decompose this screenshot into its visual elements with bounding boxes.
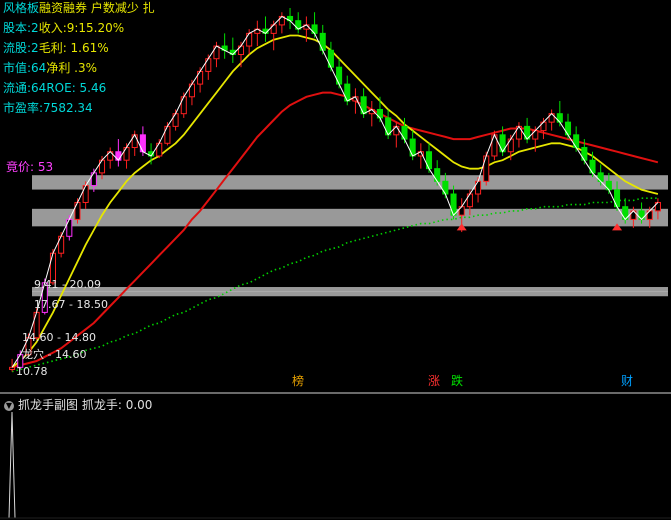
- info-row-marketcap: 市值:64净利 .3%: [3, 61, 97, 76]
- info-row-style: 风格板融资融券 户数减少 扎: [3, 1, 155, 16]
- band-label: 9.41 - 20.09: [34, 278, 101, 291]
- info-row-capital: 股本:2收入:9:15.20%: [3, 21, 124, 36]
- info-label: 流通:64: [3, 81, 47, 95]
- low-price-label: 10.78: [16, 365, 48, 378]
- candle-body: [82, 185, 89, 203]
- band-label: 龙穴 - 14.60: [22, 348, 87, 361]
- info-value: 7582.34: [43, 101, 93, 115]
- candle-body: [507, 138, 514, 153]
- candle-body: [409, 138, 416, 157]
- event-marker-finance[interactable]: 财: [621, 374, 633, 388]
- event-marker-list[interactable]: 榜: [292, 374, 304, 388]
- ma-line-yellow: [11, 34, 659, 369]
- ma-line-red: [11, 91, 659, 369]
- info-value: 收入:9:15.20%: [38, 21, 125, 35]
- indicator-series-label: 抓龙手: 0.00: [81, 398, 153, 412]
- support-band: [32, 291, 668, 297]
- info-label: 市值:64: [3, 61, 47, 75]
- support-band: [32, 208, 668, 227]
- info-value: ROE: 5.46: [46, 81, 107, 95]
- bid-label: 竟价:: [6, 160, 35, 174]
- event-marker-limit-up[interactable]: 涨: [428, 374, 440, 388]
- info-row-pe: 市盈率:7582.34: [3, 101, 93, 116]
- info-label: 市盈率:: [3, 101, 44, 115]
- info-value: 净利 .3%: [46, 61, 97, 75]
- indicator-title-bar[interactable]: ▼ 抓龙手副图 抓龙手: 0.00: [4, 396, 152, 413]
- candle-body: [139, 134, 146, 153]
- candle-body: [9, 366, 16, 370]
- candle-body: [344, 83, 351, 102]
- bid-value: 53: [37, 160, 54, 174]
- info-label: 流股:2: [3, 41, 39, 55]
- ma-line-white: [11, 15, 659, 368]
- info-row-circulation: 流通:64ROE: 5.46: [3, 81, 106, 96]
- indicator-spike: [8, 411, 16, 519]
- info-value: 融资融券 户数减少 扎: [39, 1, 155, 15]
- info-label: 股本:2: [3, 21, 39, 35]
- event-marker-limit-down[interactable]: 跌: [451, 374, 463, 388]
- bid-price: 竟价: 53: [6, 160, 53, 175]
- band-label: 14.60 - 14.80: [22, 331, 96, 344]
- indicator-title: 抓龙手副图: [18, 398, 79, 412]
- candle-body: [180, 96, 187, 115]
- chevron-down-icon[interactable]: ▼: [4, 400, 14, 411]
- support-band: [32, 175, 668, 190]
- info-label: 风格板: [3, 1, 40, 15]
- info-row-float: 流股:2毛利: 1.61%: [3, 41, 109, 56]
- candle-body: [74, 201, 81, 220]
- candle-body: [483, 155, 490, 182]
- price-chart[interactable]: [0, 0, 671, 392]
- band-label: 17.67 - 18.50: [34, 298, 108, 311]
- info-value: 毛利: 1.61%: [38, 41, 109, 55]
